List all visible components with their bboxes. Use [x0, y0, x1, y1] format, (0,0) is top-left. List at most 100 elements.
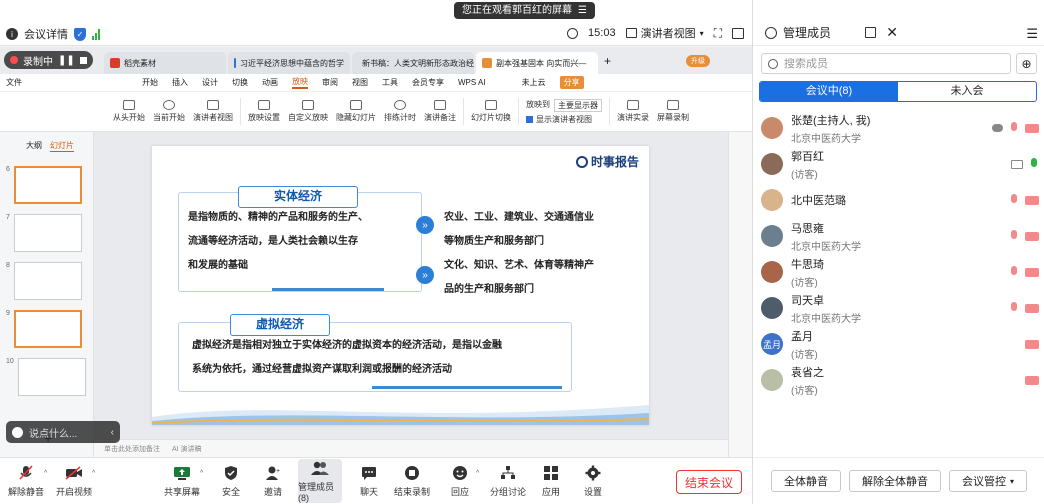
tab-in-meeting[interactable]: 会议中(8): [760, 82, 898, 101]
comment-box[interactable]: 说点什么... ‹: [6, 421, 120, 443]
ribbon-from-current[interactable]: 当前开始: [150, 92, 188, 131]
camera-off-icon[interactable]: [1025, 267, 1039, 277]
ribbon-hide-slide[interactable]: 隐藏幻灯片: [333, 92, 379, 131]
slide-thumbnail[interactable]: [13, 310, 82, 348]
pause-record-icon[interactable]: ❚❚: [58, 55, 75, 66]
apps-button[interactable]: 应用: [536, 459, 566, 503]
menu-file[interactable]: 文件: [6, 77, 22, 88]
unmute-all-button[interactable]: 解除全体静音: [848, 470, 941, 492]
display-select[interactable]: 主要显示器: [554, 98, 602, 112]
breakout-button[interactable]: 分组讨论: [488, 459, 528, 503]
camera-off-icon[interactable]: [1025, 195, 1039, 205]
side-tools-strip[interactable]: [728, 132, 752, 457]
reaction-button[interactable]: 回应: [446, 459, 474, 503]
share-screen-button[interactable]: 共享屏幕: [162, 459, 202, 503]
new-tab-icon[interactable]: +: [600, 54, 611, 68]
member-row[interactable]: 牛思琦 (访客): [761, 254, 1039, 290]
member-row[interactable]: 北中医范璐: [761, 182, 1039, 218]
browser-tab-active[interactable]: 副本强基固本 向实而兴—: [476, 52, 598, 74]
mic-muted-icon[interactable]: [1009, 193, 1019, 207]
member-row[interactable]: 张楚(主持人, 我) 北京中医药大学: [761, 110, 1039, 146]
camera-off-icon[interactable]: [1025, 123, 1039, 133]
camera-off-icon[interactable]: [1025, 375, 1039, 385]
add-user-button[interactable]: ⊕: [1016, 53, 1037, 74]
mic-muted-icon[interactable]: [1009, 121, 1019, 135]
menu-review[interactable]: 审阅: [322, 77, 338, 88]
menu-tools[interactable]: 工具: [382, 77, 398, 88]
security-shield-icon[interactable]: ✓: [74, 27, 86, 41]
ribbon-presenter-view[interactable]: 演讲者视图: [190, 92, 236, 131]
member-row[interactable]: 郭百红 (访客): [761, 146, 1039, 182]
ribbon-speech-record[interactable]: 演讲实录: [614, 92, 652, 131]
menu-icon[interactable]: ☰: [1026, 26, 1038, 42]
slide-thumb-9[interactable]: 9: [6, 310, 82, 348]
meeting-control-dropdown[interactable]: 会议管控 ▾: [948, 470, 1027, 492]
unmute-button[interactable]: 解除静音: [6, 459, 46, 503]
view-mode-dropdown[interactable]: 演讲者视图 ▾: [625, 25, 704, 41]
menu-cloud-status[interactable]: 未上云: [522, 77, 546, 88]
menu-animation[interactable]: 动画: [262, 77, 278, 88]
menu-insert[interactable]: 插入: [172, 77, 188, 88]
stop-recording-button[interactable]: 结束录制: [392, 459, 432, 503]
checkbox-checked-icon[interactable]: [526, 115, 533, 123]
browser-tab[interactable]: 新书稿：人类文明新形态政治经: [352, 52, 474, 74]
chevron-up-icon[interactable]: ^: [44, 470, 47, 477]
menu-slideshow[interactable]: 放映: [292, 76, 308, 89]
mic-muted-icon[interactable]: [1009, 301, 1019, 315]
chevron-up-icon[interactable]: ^: [200, 470, 203, 477]
member-row[interactable]: 司天卓 北京中医药大学: [761, 290, 1039, 326]
browser-tab[interactable]: 习近平经济思想中蕴含的哲学: [228, 52, 350, 74]
camera-off-icon[interactable]: [1025, 303, 1039, 313]
chevron-up-icon[interactable]: ^: [92, 470, 95, 477]
menu-transition[interactable]: 切换: [232, 77, 248, 88]
start-video-button[interactable]: 开启视频: [54, 459, 94, 503]
manage-members-button[interactable]: 管理成员(8): [298, 459, 342, 503]
invite-button[interactable]: + 邀请: [256, 459, 290, 503]
member-row[interactable]: 马思雍 北京中医药大学: [761, 218, 1039, 254]
menu-member[interactable]: 会员专享: [412, 77, 444, 88]
hamburger-icon[interactable]: ☰: [578, 2, 587, 19]
slide-thumbnail[interactable]: [13, 214, 82, 252]
ribbon-screen-record[interactable]: 屏幕录制: [654, 92, 692, 131]
chat-button[interactable]: 聊天: [354, 459, 384, 503]
tab-outline[interactable]: 大纲: [26, 140, 42, 152]
upgrade-button[interactable]: 升级: [686, 54, 710, 67]
ribbon-custom-show[interactable]: 自定义放映: [285, 92, 331, 131]
camera-off-icon[interactable]: [1025, 339, 1039, 349]
camera-off-icon[interactable]: [1025, 231, 1039, 241]
chevron-up-icon[interactable]: ^: [476, 470, 479, 477]
mic-on-icon[interactable]: [1029, 157, 1039, 171]
security-button[interactable]: 安全: [214, 459, 248, 503]
slide-thumb-6[interactable]: 6: [6, 166, 82, 204]
mic-muted-icon[interactable]: [1009, 229, 1019, 243]
member-search[interactable]: [761, 53, 1011, 74]
ribbon-slide-transition[interactable]: 幻灯片切换: [468, 92, 514, 131]
slide-thumb-7[interactable]: 7: [6, 214, 82, 252]
tab-slides[interactable]: 幻灯片: [50, 140, 74, 152]
ribbon-show-settings[interactable]: 放映设置: [245, 92, 283, 131]
emoji-icon[interactable]: [12, 426, 23, 438]
menu-view[interactable]: 视图: [352, 77, 368, 88]
pop-out-icon[interactable]: [865, 27, 877, 38]
stop-record-icon[interactable]: [79, 56, 87, 64]
menu-share[interactable]: 分享: [559, 76, 584, 89]
tab-not-joined[interactable]: 未入会: [898, 82, 1036, 101]
info-icon[interactable]: i: [6, 28, 18, 40]
menu-design[interactable]: 设计: [202, 77, 218, 88]
ai-speech-button[interactable]: AI 演讲稿: [172, 444, 202, 454]
member-row[interactable]: 袁省之 (访客): [761, 362, 1039, 398]
slide-thumbnail[interactable]: [17, 358, 86, 396]
member-row[interactable]: 孟月 孟月 (访客): [761, 326, 1039, 362]
meeting-details-link[interactable]: 会议详情: [24, 26, 68, 42]
ribbon-from-start[interactable]: 从头开始: [110, 92, 148, 131]
search-input[interactable]: [784, 57, 984, 70]
slide-thumbnail[interactable]: [13, 166, 82, 204]
notes-bar[interactable]: 单击此处添加备注 AI 演讲稿: [94, 439, 728, 457]
ribbon-rehearse[interactable]: 排练计时: [381, 92, 419, 131]
chevron-left-icon[interactable]: ‹: [111, 427, 114, 438]
mute-all-button[interactable]: 全体静音: [770, 470, 841, 492]
sidebar-toggle-icon[interactable]: [732, 27, 744, 39]
close-icon[interactable]: ✕: [886, 24, 898, 41]
fullscreen-icon[interactable]: ⛶: [714, 26, 722, 41]
browser-tab[interactable]: 稻壳素材: [104, 52, 226, 74]
